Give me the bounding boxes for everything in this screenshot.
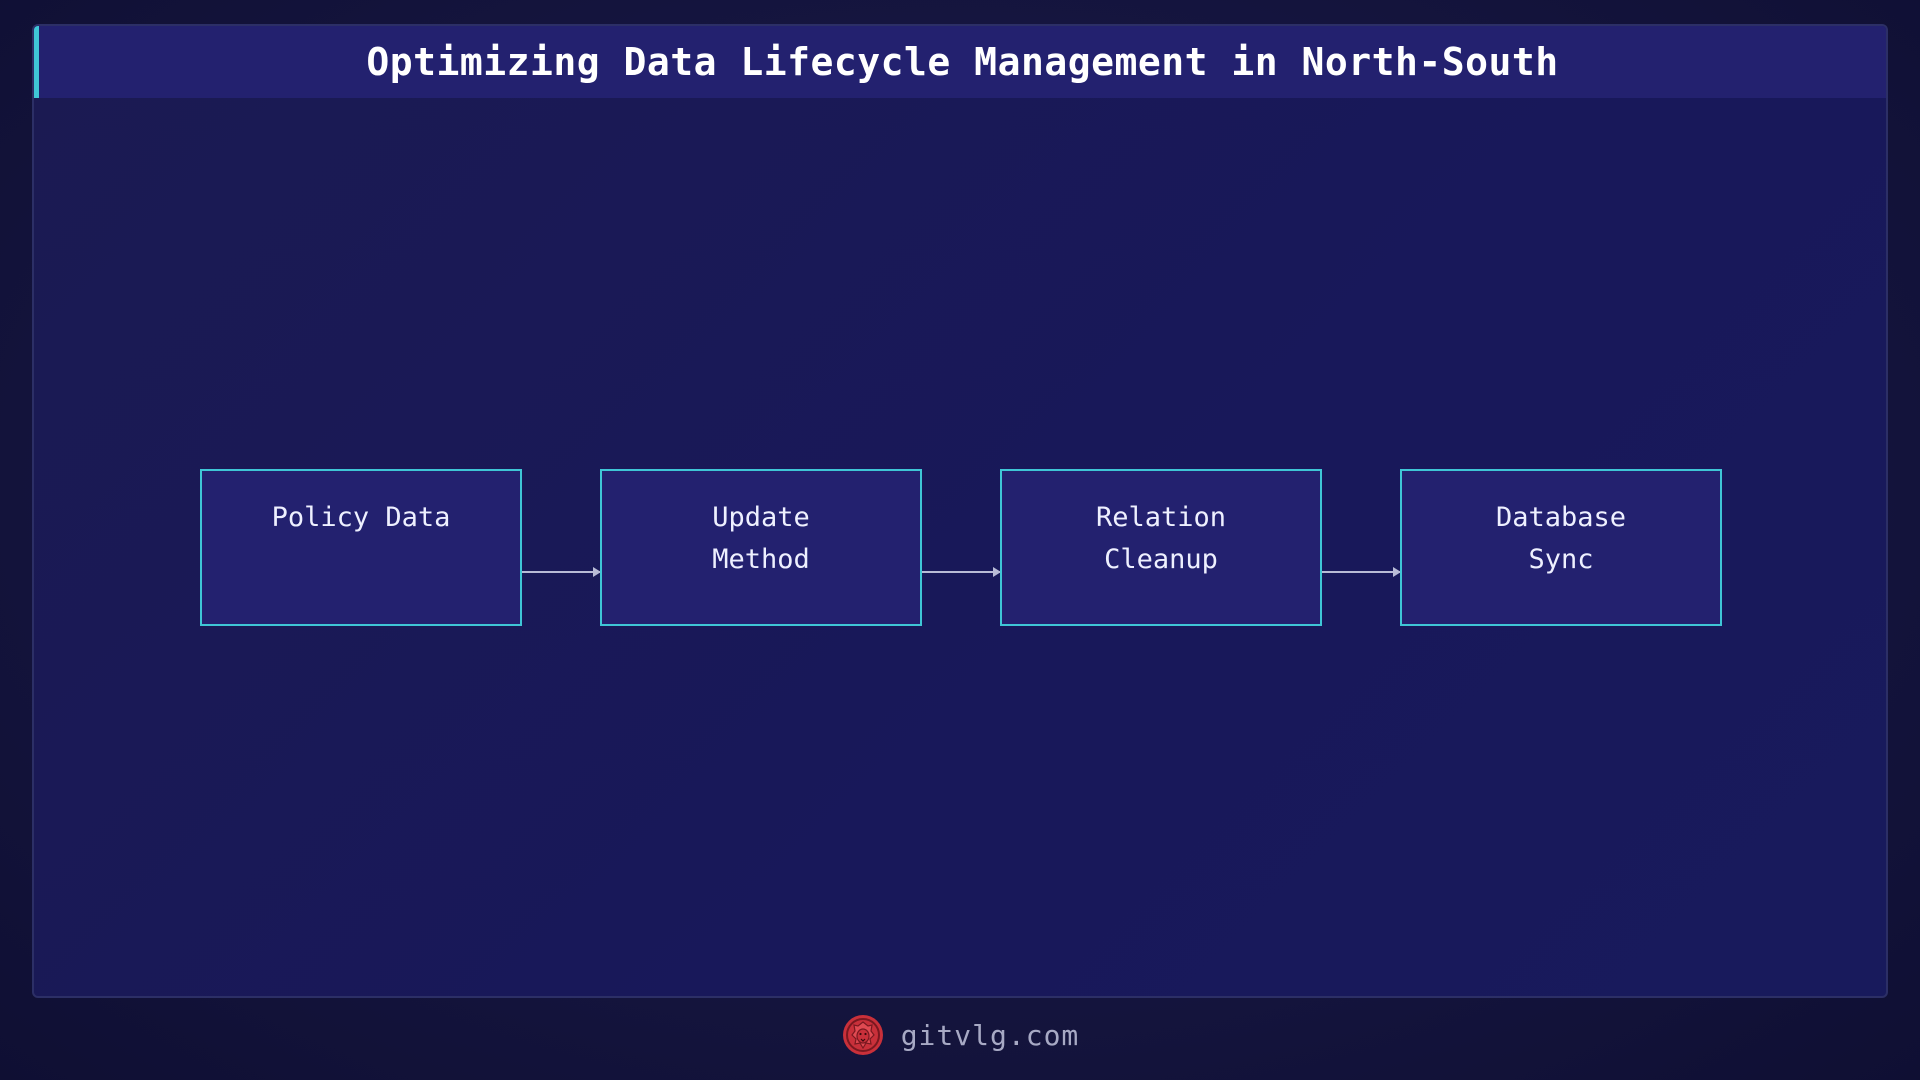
node-update-method: Update Method bbox=[600, 469, 922, 626]
arrow-update-to-relation bbox=[922, 567, 1001, 577]
node-policy-data: Policy Data bbox=[200, 469, 522, 626]
flow-diagram: Policy Data Update Method Relation Clean… bbox=[34, 26, 1886, 996]
node-label: Relation bbox=[1095, 502, 1227, 533]
diagram-panel: Optimizing Data Lifecycle Management in … bbox=[32, 24, 1888, 998]
node-relation-cleanup: Relation Cleanup bbox=[1000, 469, 1322, 626]
node-label: Policy Data bbox=[271, 502, 451, 533]
node-label: Method bbox=[712, 544, 810, 575]
arrow-relation-to-database bbox=[1322, 567, 1401, 577]
footer: gitvlg.com bbox=[0, 1010, 1920, 1060]
lion-head-icon[interactable] bbox=[841, 1013, 885, 1057]
arrow-policy-to-update bbox=[522, 567, 601, 577]
node-label: Update bbox=[712, 502, 810, 533]
node-label: Cleanup bbox=[1104, 544, 1218, 575]
node-label: Database bbox=[1495, 502, 1627, 533]
node-label: Sync bbox=[1528, 544, 1594, 575]
site-link[interactable]: gitvlg.com bbox=[901, 1019, 1080, 1052]
node-database-sync: Database Sync bbox=[1400, 469, 1722, 626]
